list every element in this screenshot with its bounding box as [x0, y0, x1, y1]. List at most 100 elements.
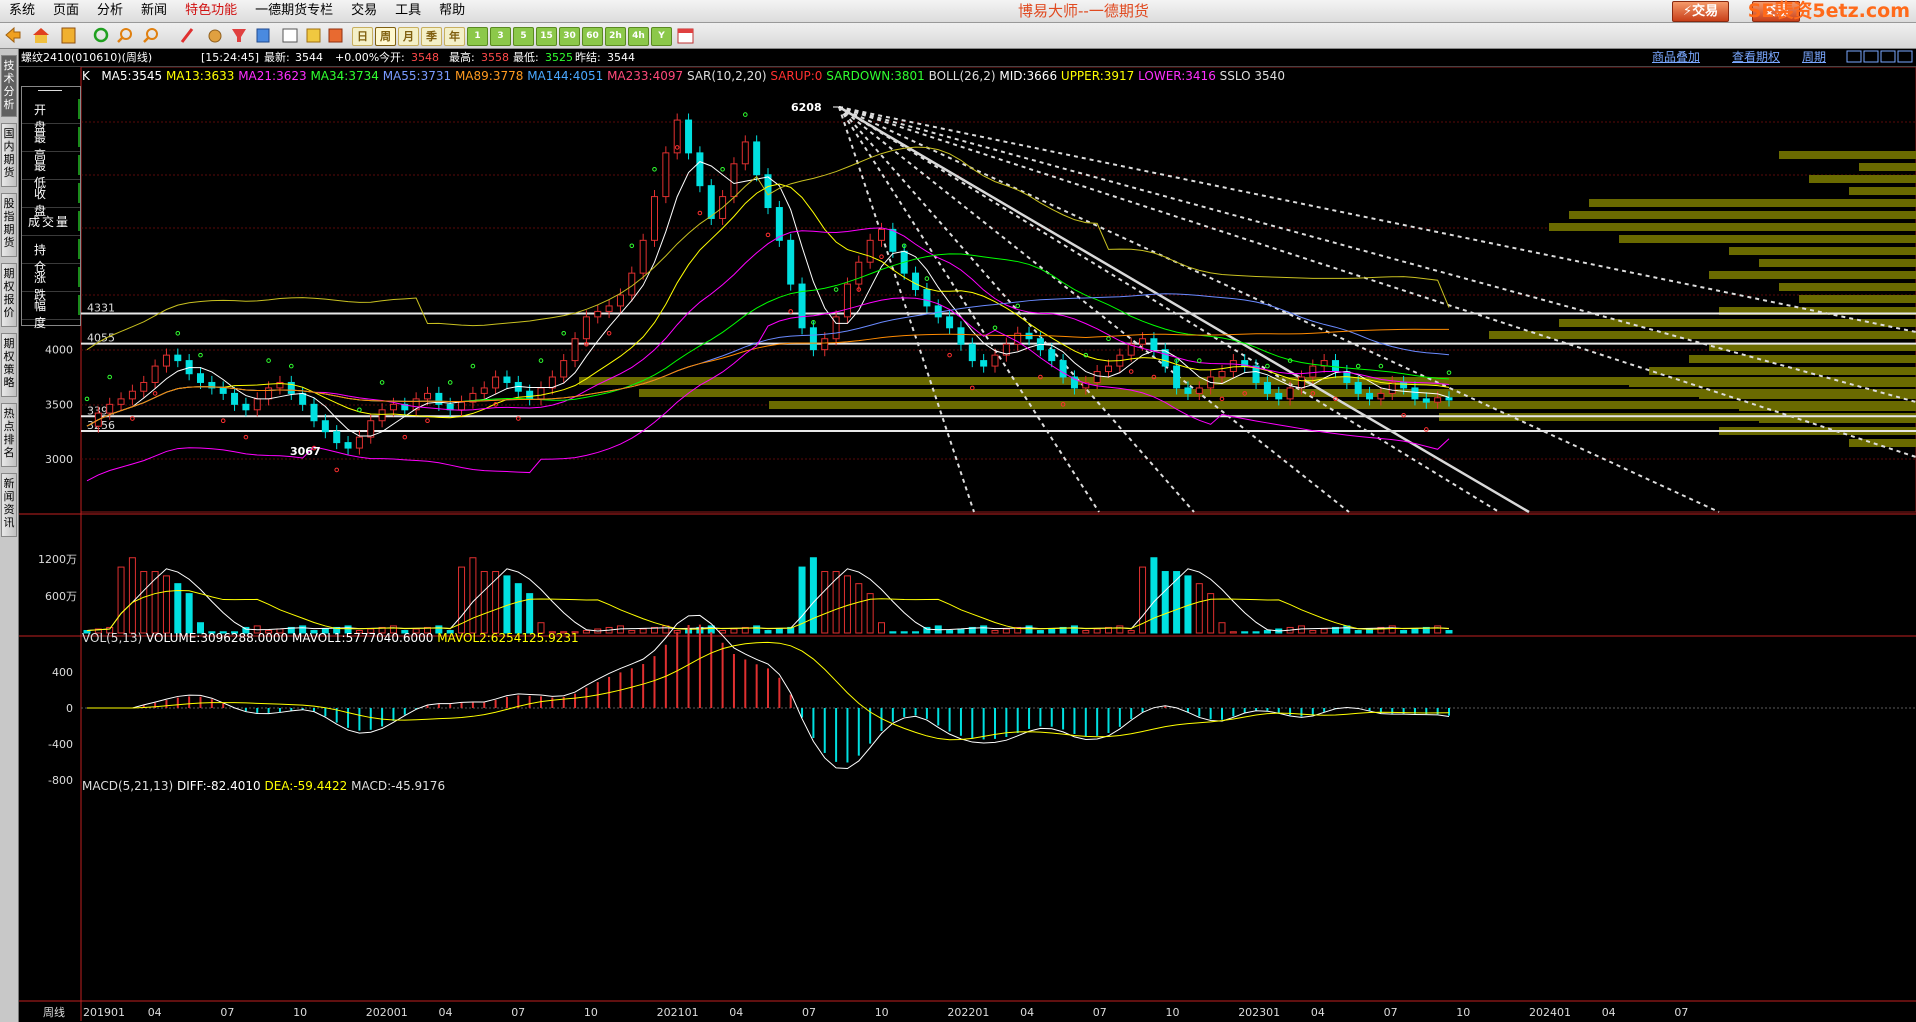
- candle-body: [537, 387, 545, 400]
- menu-help[interactable]: 帮助: [430, 0, 474, 22]
- volume-bar: [1127, 630, 1135, 634]
- candle-body: [639, 239, 647, 274]
- time-axis-tick: 04: [439, 1006, 453, 1019]
- candle-body: [1184, 387, 1192, 394]
- peak-price-label: 6208: [791, 101, 822, 114]
- menu-system[interactable]: 系统: [0, 0, 44, 22]
- period-60m-button[interactable]: 60: [582, 27, 603, 46]
- candle-body: [582, 316, 590, 340]
- quote-volume-label: 成交量: [28, 215, 71, 229]
- legend-volume: VOLUME:3096288.0000: [146, 631, 289, 645]
- menu-column[interactable]: 一德期货专栏: [246, 0, 342, 22]
- candle-body: [866, 239, 874, 263]
- link-overlay-commodity[interactable]: 商品叠加: [1652, 49, 1700, 66]
- volume-bar: [1093, 628, 1101, 634]
- volume-profile-bar: [1779, 283, 1916, 291]
- quote-row-open: 开盘: [22, 95, 80, 134]
- tab-option-quotes[interactable]: 期权报价: [1, 263, 17, 327]
- tab-domestic-futures[interactable]: 国内期货: [1, 123, 17, 187]
- menu-page[interactable]: 页面: [44, 0, 88, 22]
- vol-legend: VOL(5,13) VOLUME:3096288.0000 MAVOL1:577…: [82, 631, 579, 645]
- candle-body: [333, 431, 341, 444]
- volume-bar: [117, 566, 125, 634]
- period-3m-button[interactable]: 3: [490, 27, 511, 46]
- volume-bar: [628, 630, 636, 634]
- period-5m-button[interactable]: 5: [513, 27, 534, 46]
- volume-bar: [1150, 557, 1158, 634]
- period-day-button[interactable]: 日: [352, 27, 373, 46]
- menu-tools[interactable]: 工具: [386, 0, 430, 22]
- time-axis-tick: 04: [1602, 1006, 1616, 1019]
- volume-axis-label: 1200万: [38, 553, 77, 566]
- candle-body: [946, 316, 954, 329]
- candle-body: [1195, 387, 1203, 394]
- volume-bar: [821, 571, 829, 634]
- legend-boll: BOLL(26,2): [928, 69, 996, 83]
- tab-technical-analysis[interactable]: 技术分析: [1, 55, 17, 117]
- period-month-button[interactable]: 月: [398, 27, 419, 46]
- volume-bar: [1309, 630, 1317, 634]
- tab-news[interactable]: 新闻资讯: [1, 473, 17, 537]
- legend-macd: MACD(5,21,13): [82, 779, 174, 793]
- tab-hot-ranking[interactable]: 热点排名: [1, 403, 17, 467]
- volume-profile-bar: [1549, 223, 1916, 231]
- period-30m-button[interactable]: 30: [559, 27, 580, 46]
- candle-body: [151, 365, 159, 383]
- quote-row-mark: [78, 183, 80, 203]
- candle-body: [1150, 338, 1158, 351]
- calendar-icon[interactable]: [676, 27, 696, 45]
- volume-bar: [1218, 622, 1226, 634]
- quote-row-mark: [78, 155, 80, 175]
- trade-button[interactable]: ⚡交易: [1672, 1, 1730, 22]
- kline-chart[interactable]: 4331405533913256620830674500400035003000…: [19, 67, 1916, 1022]
- link-view-options[interactable]: 查看期权: [1732, 49, 1780, 66]
- time-axis-tick: 10: [293, 1006, 307, 1019]
- period-15m-button[interactable]: 15: [536, 27, 557, 46]
- page-icon: [61, 27, 76, 44]
- period-1m-button[interactable]: 1: [467, 27, 488, 46]
- period-week-button[interactable]: 周: [375, 27, 396, 46]
- menu-features[interactable]: 特色功能: [176, 0, 246, 22]
- symbol-label: 螺纹2410(010610)(周线): [21, 51, 153, 64]
- candle-body: [344, 442, 352, 449]
- volume-bar: [1161, 571, 1169, 634]
- period-4h-button[interactable]: 4h: [628, 27, 649, 46]
- link-period[interactable]: 周期: [1802, 49, 1826, 66]
- volume-profile-bar: [1849, 187, 1916, 195]
- volume-bar: [1241, 631, 1249, 634]
- candle-body: [480, 387, 488, 394]
- watermark: SE裴资5etz.com: [1747, 0, 1910, 22]
- candle-body: [651, 196, 658, 241]
- menu-news[interactable]: 新闻: [132, 0, 176, 22]
- window-layout-icons[interactable]: [1846, 50, 1914, 64]
- volume-bar: [1411, 628, 1419, 634]
- volume-bar: [707, 625, 715, 634]
- candle-body: [1263, 381, 1271, 394]
- volume-bar: [764, 630, 772, 634]
- candle-body: [923, 289, 931, 307]
- candle-body: [741, 141, 749, 165]
- legend-sarup: SARUP:0: [770, 69, 823, 83]
- candle-body: [1275, 392, 1283, 400]
- period-2h-button[interactable]: 2h: [605, 27, 626, 46]
- time-axis-tick: 07: [1384, 1006, 1398, 1019]
- candle-body: [1445, 397, 1453, 401]
- candle-body: [696, 152, 704, 187]
- candle-body: [878, 228, 885, 241]
- time-axis-tick: 04: [148, 1006, 162, 1019]
- period-year-button[interactable]: 年: [444, 27, 465, 46]
- volume-bar: [185, 593, 193, 634]
- quote-panel: 开盘 最高 最低 收盘 成交量 持仓 涨跌 幅度: [21, 86, 81, 330]
- period-custom-button[interactable]: Y: [651, 27, 672, 46]
- volume-profile-bar: [1859, 163, 1916, 171]
- volume-bar: [1173, 571, 1181, 634]
- candle-body: [492, 376, 500, 389]
- tab-index-futures[interactable]: 股指期货: [1, 193, 17, 257]
- period-quarter-button[interactable]: 季: [421, 27, 442, 46]
- volume-bar: [1036, 630, 1044, 634]
- volume-bar: [128, 557, 136, 634]
- tab-option-strategy[interactable]: 期权策略: [1, 333, 17, 397]
- menu-trade[interactable]: 交易: [342, 0, 386, 22]
- menu-analysis[interactable]: 分析: [88, 0, 132, 22]
- price-axis-label: 3500: [45, 398, 73, 411]
